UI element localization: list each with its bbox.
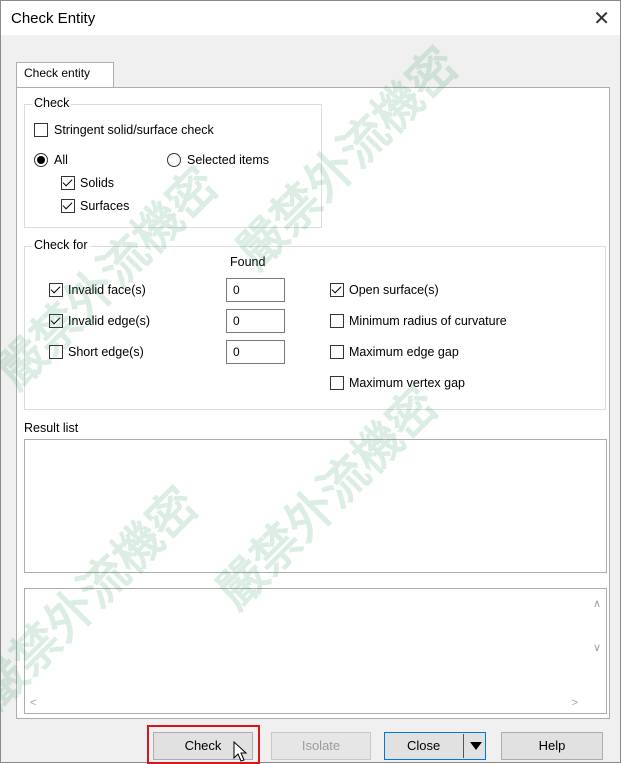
stringent-check-checkbox[interactable] [34, 123, 48, 137]
invalid-faces-label: Invalid face(s) [68, 283, 146, 297]
short-edges-found-field: 0 [226, 340, 285, 364]
short-edges-checkbox[interactable] [49, 345, 63, 359]
stringent-check-label: Stringent solid/surface check [54, 123, 214, 137]
max-vertex-gap-label: Maximum vertex gap [349, 376, 466, 390]
found-header: Found [230, 255, 266, 269]
help-button[interactable]: Help [501, 732, 603, 760]
surfaces-label: Surfaces [80, 199, 130, 213]
selected-items-label: Selected items [187, 153, 269, 167]
min-radius-curvature-checkbox[interactable] [330, 314, 344, 328]
details-box[interactable]: ∧ ∨ < > [24, 588, 607, 714]
isolate-button[interactable]: Isolate [271, 732, 371, 760]
title-bar: Check Entity ✕ [1, 1, 620, 35]
scroll-up-icon[interactable]: ∧ [593, 597, 601, 610]
min-radius-curvature-label: Minimum radius of curvature [349, 314, 507, 328]
open-surfaces-label: Open surface(s) [349, 283, 439, 297]
invalid-faces-found-field: 0 [226, 278, 285, 302]
open-surfaces-checkbox[interactable] [330, 283, 344, 297]
all-radio[interactable] [34, 153, 48, 167]
surfaces-checkbox[interactable] [61, 199, 75, 213]
solids-checkbox[interactable] [61, 176, 75, 190]
max-edge-gap-checkbox[interactable] [330, 345, 344, 359]
check-group-label: Check [32, 96, 72, 110]
close-icon[interactable]: ✕ [593, 6, 610, 31]
check-entity-dialog: Check Entity ✕ Check entity Check String… [0, 0, 621, 764]
scroll-right-icon[interactable]: > [572, 697, 578, 709]
short-edges-label: Short edge(s) [68, 345, 144, 359]
invalid-edges-checkbox[interactable] [49, 314, 63, 328]
close-dropdown-separator [463, 734, 464, 758]
mouse-pointer-icon [233, 741, 248, 762]
invalid-edges-label: Invalid edge(s) [68, 314, 150, 328]
max-edge-gap-label: Maximum edge gap [349, 345, 459, 359]
check-for-group: Check for [24, 238, 606, 410]
check-for-group-label: Check for [32, 238, 90, 252]
invalid-edges-found-field: 0 [226, 309, 285, 333]
tab-panel: Check Stringent solid/surface check All … [16, 87, 610, 719]
dialog-title: Check Entity [11, 10, 96, 27]
tab-check-entity[interactable]: Check entity [16, 62, 114, 87]
result-list-box[interactable] [24, 439, 607, 573]
scroll-down-icon[interactable]: ∨ [593, 641, 601, 654]
all-radio-label: All [54, 153, 68, 167]
invalid-faces-checkbox[interactable] [49, 283, 63, 297]
solids-label: Solids [80, 176, 115, 190]
result-list-label: Result list [24, 421, 79, 435]
scroll-left-icon[interactable]: < [30, 697, 36, 709]
selected-items-radio[interactable] [167, 153, 181, 167]
chevron-down-icon[interactable] [470, 742, 482, 750]
max-vertex-gap-checkbox[interactable] [330, 376, 344, 390]
